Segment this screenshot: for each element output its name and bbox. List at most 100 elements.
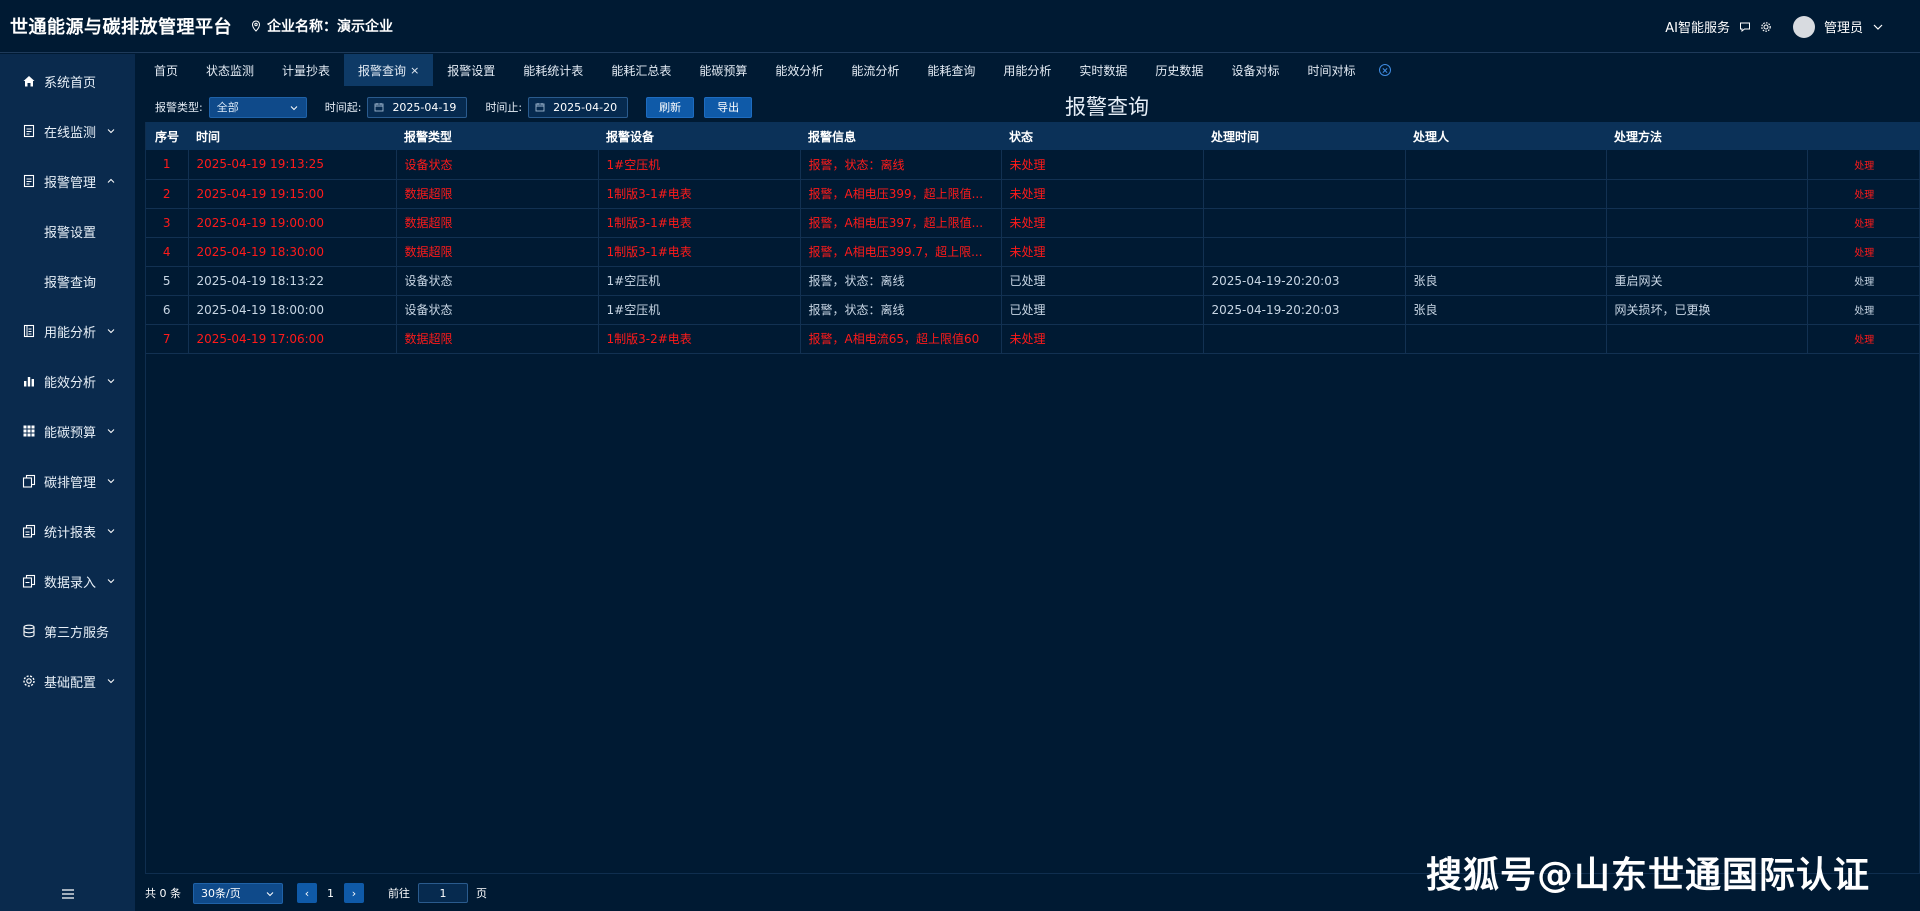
column-header: 报警类型 — [404, 129, 453, 144]
alarm-type-select[interactable]: 全部 — [208, 96, 307, 118]
refresh-button[interactable]: 刷新 — [646, 96, 695, 118]
sidebar-item-config[interactable]: 基础配置 — [0, 666, 135, 696]
goto-page-input[interactable]: 1 — [418, 883, 468, 903]
table-cell-method — [1606, 324, 1808, 354]
table-row: 6 2025-04-19 18:00:00 设备状态 1#空压机 报警，状态：离线 已处理… — [146, 295, 1920, 325]
chat-icon[interactable] — [1739, 21, 1751, 33]
sidebar-item-label: 能效分析 — [44, 375, 97, 391]
tab-usage-analysis[interactable]: 用能分析 — [989, 54, 1065, 86]
table-row: 5 2025-04-19 18:13:22 设备状态 1#空压机 报警，状态：离线 已处理… — [146, 266, 1920, 296]
prev-page-button[interactable]: ‹ — [297, 883, 317, 903]
table-cell-method: 重启网关 — [1606, 266, 1808, 296]
handle-action-link[interactable]: 处理 — [1807, 208, 1920, 238]
tab-history-data[interactable]: 历史数据 — [1141, 54, 1217, 86]
alarm-table: 序号 时间 报警类型 报警设备 报警信息 状态 处理时间 处理人 处理方法 12… — [145, 122, 1920, 874]
end-date-input[interactable]: 2025-04-20 — [528, 96, 629, 118]
sidebar-item-alarm-query[interactable]: 报警查询 — [0, 266, 135, 296]
chevron-down-icon — [107, 479, 115, 484]
tab-label: 报警设置 — [447, 63, 496, 78]
tab-energy-stats[interactable]: 能耗统计表 — [509, 54, 597, 86]
tab-alarm-settings[interactable]: 报警设置 — [433, 54, 509, 86]
table-cell-handle-time — [1203, 179, 1406, 209]
sidebar-item-third-party[interactable]: 第三方服务 — [0, 616, 135, 646]
handle-action-link[interactable]: 处理 — [1807, 150, 1920, 180]
user-name[interactable]: 管理员 — [1824, 17, 1863, 36]
sidebar: 系统首页 在线监测 报警管理 报警设置 报警查询 用能分析 能效分析 能碳预算 … — [0, 54, 135, 911]
table-row: 2 2025-04-19 19:15:00 数据超限 1制版3-1#电表 报警，A相电压… — [146, 179, 1920, 209]
ai-service-link[interactable]: AI智能服务 — [1665, 17, 1730, 36]
page-size-select[interactable]: 30条/页 — [193, 882, 283, 904]
table-cell-handler: 张良 — [1405, 266, 1607, 296]
start-time-label: 时间起: — [324, 101, 362, 114]
sidebar-item-alarm-settings[interactable]: 报警设置 — [0, 216, 135, 246]
tab-label: 能耗查询 — [927, 63, 976, 78]
alarm-type-value: 全部 — [216, 101, 239, 114]
export-button[interactable]: 导出 — [704, 96, 753, 118]
sidebar-item-monitor[interactable]: 在线监测 — [0, 116, 135, 146]
tab-time-benchmark[interactable]: 时间对标 — [1293, 54, 1369, 86]
sidebar-item-reports[interactable]: 统计报表 — [0, 516, 135, 546]
current-page[interactable]: 1 — [327, 887, 334, 900]
sidebar-item-budget[interactable]: 能碳预算 — [0, 416, 135, 446]
tab-home[interactable]: 首页 — [140, 54, 192, 86]
sidebar-item-data-entry[interactable]: 数据录入 — [0, 566, 135, 596]
column-header: 序号 — [154, 129, 179, 144]
top-header: 世通能源与碳排放管理平台 企业名称： 演示企业 AI智能服务 管理员 — [0, 0, 1920, 53]
start-date-input[interactable]: 2025-04-19 — [367, 96, 468, 118]
sidebar-item-efficiency[interactable]: 能效分析 — [0, 366, 135, 396]
tab-close-icon[interactable]: × — [410, 64, 419, 77]
sidebar-item-label: 报警设置 — [44, 225, 97, 241]
page-unit-label: 页 — [476, 887, 487, 900]
close-all-tabs-icon[interactable] — [1379, 64, 1392, 76]
tab-device-benchmark[interactable]: 设备对标 — [1217, 54, 1293, 86]
tab-label: 能碳预算 — [699, 63, 748, 78]
sidebar-item-alarm[interactable]: 报警管理 — [0, 166, 135, 196]
table-cell-status: 未处理 — [1001, 179, 1204, 209]
table-cell-no: 5 — [146, 266, 189, 296]
company-label: 企业名称： — [267, 19, 337, 35]
avatar[interactable] — [1792, 15, 1815, 38]
table-cell-handler — [1405, 208, 1607, 238]
tab-meter-reading[interactable]: 计量抄表 — [268, 54, 344, 86]
chevron-down-icon[interactable] — [1872, 21, 1884, 33]
watermark: 搜狐号@山东世通国际认证 — [1425, 855, 1870, 896]
table-cell-time: 2025-04-19 18:13:22 — [188, 266, 397, 296]
tab-carbon-budget[interactable]: 能碳预算 — [685, 54, 761, 86]
table-cell-info: 报警，A相电压397，超上限值... — [800, 208, 1002, 238]
gear-icon[interactable] — [1760, 21, 1772, 33]
tab-realtime-data[interactable]: 实时数据 — [1065, 54, 1141, 86]
handle-action-link[interactable]: 处理 — [1807, 295, 1920, 325]
table-cell-method: 网关损坏，已更换 — [1606, 295, 1808, 325]
tab-energy-query[interactable]: 能耗查询 — [913, 54, 989, 86]
sidebar-item-carbon[interactable]: 碳排管理 — [0, 466, 135, 496]
table-cell-info: 报警，状态：离线 — [800, 150, 1002, 180]
table-cell-device: 1制版3-1#电表 — [598, 179, 801, 209]
table-cell-type: 数据超限 — [396, 237, 599, 267]
next-page-button[interactable]: › — [344, 883, 364, 903]
sidebar-item-usage-analysis[interactable]: 用能分析 — [0, 316, 135, 346]
handle-action-link[interactable]: 处理 — [1807, 266, 1920, 296]
table-row: 4 2025-04-19 18:30:00 数据超限 1制版3-1#电表 报警，A相电压… — [146, 237, 1920, 267]
tab-label: 时间对标 — [1307, 63, 1356, 78]
tab-status-monitor[interactable]: 状态监测 — [192, 54, 268, 86]
tab-alarm-query[interactable]: 报警查询 × — [344, 54, 434, 86]
tab-label: 状态监测 — [206, 63, 255, 78]
tab-energy-summary[interactable]: 能耗汇总表 — [597, 54, 685, 86]
menu-collapse-icon[interactable] — [62, 889, 74, 899]
sidebar-item-label: 统计报表 — [44, 525, 97, 541]
grid-icon — [23, 425, 35, 437]
tab-efficiency[interactable]: 能效分析 — [761, 54, 837, 86]
table-cell-device: 1制版3-1#电表 — [598, 237, 801, 267]
sidebar-item-home[interactable]: 系统首页 — [0, 66, 135, 96]
table-cell-no: 4 — [146, 237, 189, 267]
table-cell-type: 数据超限 — [396, 179, 599, 209]
tab-bar: 首页 状态监测 计量抄表 报警查询 × 报警设置 能耗统计表 能耗汇总表 能碳预算… — [140, 54, 1392, 86]
table-cell-type: 设备状态 — [396, 150, 599, 180]
handle-action-link[interactable]: 处理 — [1807, 324, 1920, 354]
tab-energy-flow[interactable]: 能流分析 — [837, 54, 913, 86]
usage-doc-icon — [23, 324, 35, 338]
handle-action-link[interactable]: 处理 — [1807, 237, 1920, 267]
table-cell-no: 1 — [146, 150, 189, 180]
handle-action-link[interactable]: 处理 — [1807, 179, 1920, 209]
table-cell-status: 未处理 — [1001, 237, 1204, 267]
